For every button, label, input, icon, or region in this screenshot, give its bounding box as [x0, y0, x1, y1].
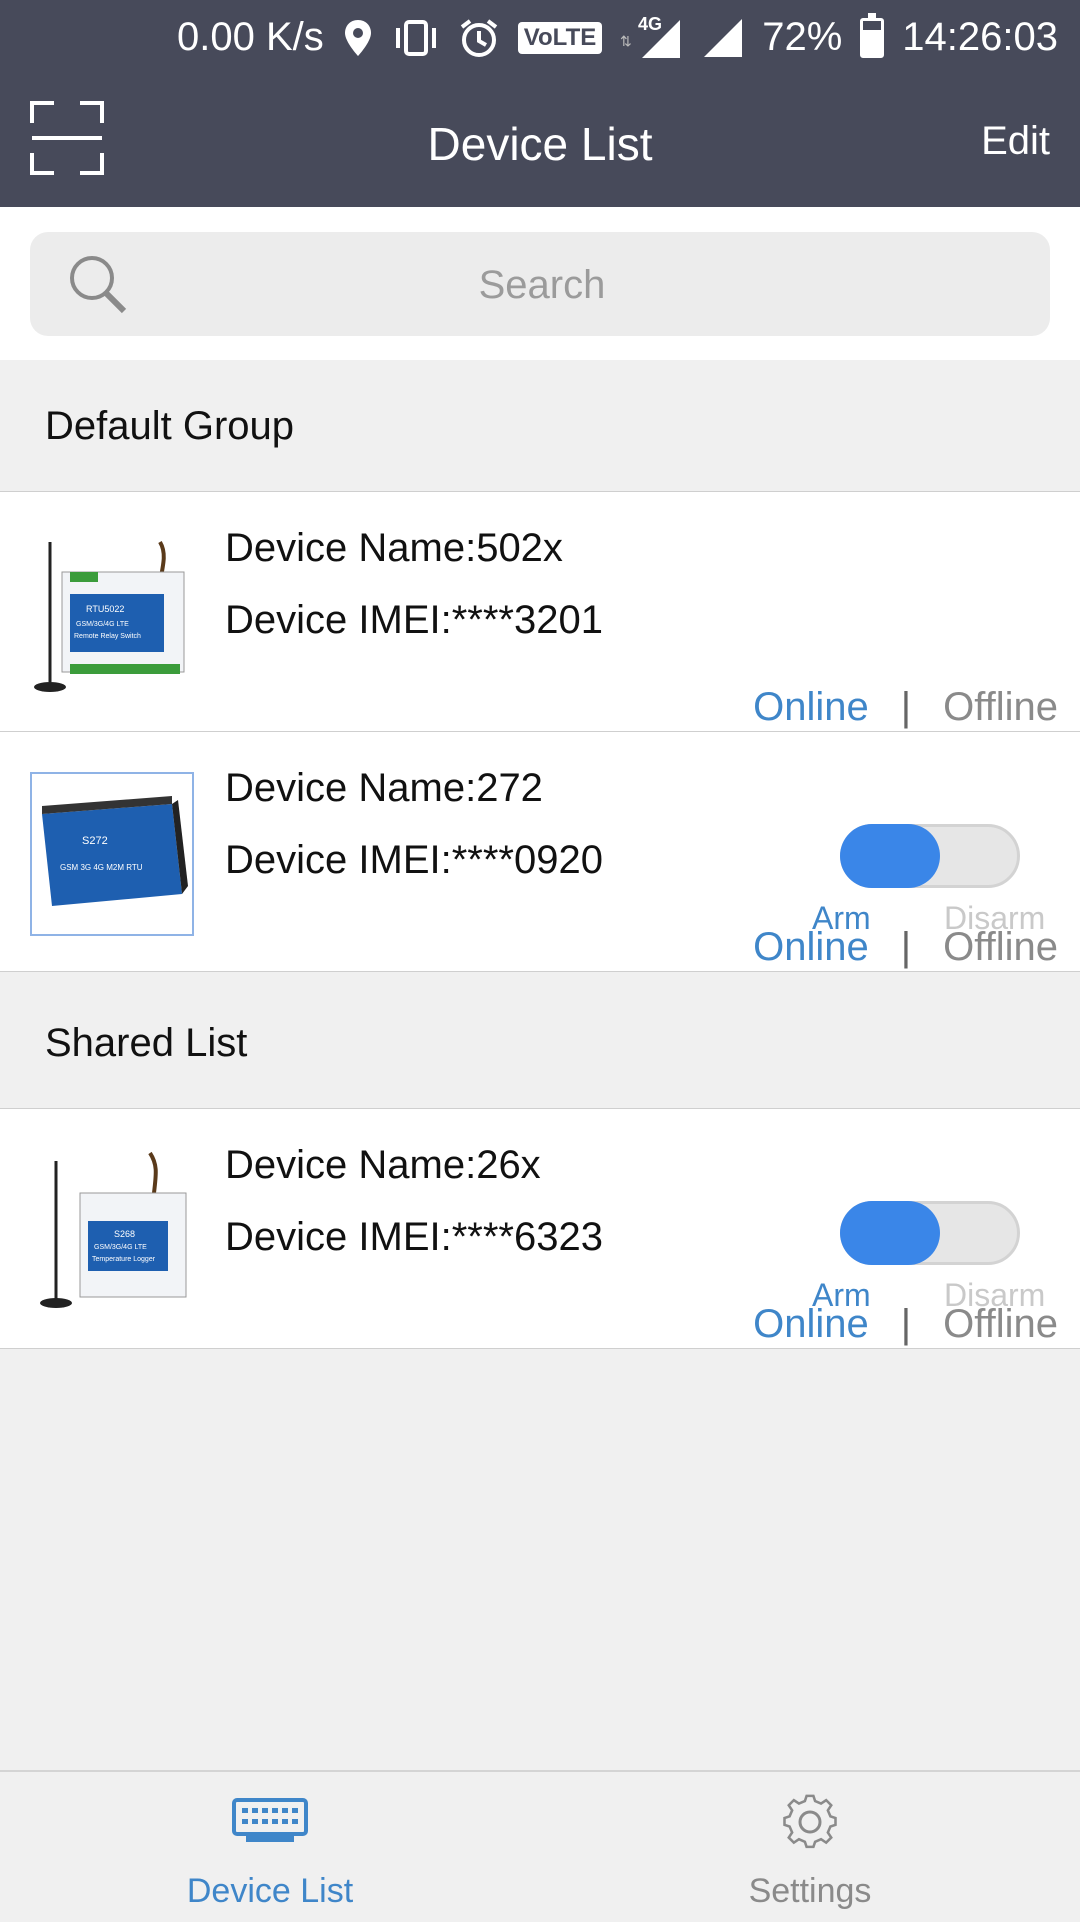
device-name: Device Name:272 — [225, 766, 543, 810]
group-header-shared: Shared List — [0, 977, 1080, 1109]
svg-text:⇅: ⇅ — [620, 33, 632, 49]
app-bar: Device List Edit — [0, 75, 1080, 207]
group-header-default: Default Group — [0, 360, 1080, 492]
device-name: Device Name:26x — [225, 1143, 541, 1187]
vibrate-icon — [392, 18, 440, 58]
signal-icon — [700, 17, 744, 59]
toggle-knob — [840, 1201, 940, 1265]
online-label: Online — [753, 685, 869, 729]
offline-label: Offline — [943, 685, 1058, 729]
device-imei: Device IMEI:****3201 — [225, 598, 603, 642]
device-thumbnail: S272 GSM 3G 4G M2M RTU — [30, 772, 194, 936]
svg-text:S268: S268 — [114, 1229, 135, 1239]
disarm-label[interactable]: Disarm — [944, 1277, 1045, 1314]
battery-percent: 72% — [762, 15, 843, 59]
svg-text:GSM/3G/4G LTE: GSM/3G/4G LTE — [94, 1244, 147, 1251]
tab-device-list[interactable]: Device List — [0, 1772, 540, 1922]
svg-text:S272: S272 — [82, 835, 108, 847]
battery-icon — [860, 12, 885, 58]
status-bar: 0.00 K/s VoLTE 4G ⇅ 72% 14:26:03 — [0, 0, 1080, 75]
svg-text:Remote Relay Switch: Remote Relay Switch — [74, 633, 141, 640]
gear-icon — [770, 1792, 850, 1852]
page-title: Device List — [427, 118, 653, 170]
status-separator: | — [900, 685, 912, 729]
group-title: Shared List — [45, 1021, 248, 1065]
clock: 14:26:03 — [902, 15, 1058, 59]
search-bar[interactable] — [30, 232, 1054, 338]
group-title: Default Group — [45, 404, 295, 448]
disarm-label[interactable]: Disarm — [944, 900, 1045, 937]
arm-toggle[interactable] — [840, 1201, 1020, 1265]
search-input[interactable] — [30, 232, 1054, 338]
device-list-icon — [230, 1792, 310, 1852]
status-separator: | — [900, 925, 912, 969]
device-row[interactable]: RTU5022 GSM/3G/4G LTE Remote Relay Switc… — [0, 492, 1080, 732]
device-name: Device Name:502x — [225, 526, 563, 570]
svg-text:GSM/3G/4G LTE: GSM/3G/4G LTE — [76, 621, 129, 628]
tab-label: Settings — [748, 1872, 872, 1910]
volte-badge: VoLTE — [517, 21, 603, 54]
svg-text:RTU5022: RTU5022 — [86, 604, 124, 614]
device-row[interactable]: S268 GSM/3G/4G LTE Temperature Logger De… — [0, 1109, 1080, 1349]
arm-label[interactable]: Arm — [812, 900, 871, 937]
svg-text:GSM 3G 4G M2M RTU: GSM 3G 4G M2M RTU — [60, 863, 143, 872]
alarm-icon — [458, 17, 500, 59]
tab-label: Device List — [186, 1872, 354, 1910]
device-imei: Device IMEI:****0920 — [225, 838, 603, 882]
network-speed: 0.00 K/s — [177, 15, 324, 59]
toggle-knob — [840, 824, 940, 888]
arm-label[interactable]: Arm — [812, 1277, 871, 1314]
top-bar: 0.00 K/s VoLTE 4G ⇅ 72% 14:26:03 Device L… — [0, 0, 1080, 207]
device-thumbnail: RTU5022 GSM/3G/4G LTE Remote Relay Switc… — [30, 532, 194, 696]
device-thumbnail: S268 GSM/3G/4G LTE Temperature Logger — [30, 1149, 194, 1313]
device-row[interactable]: S272 GSM 3G 4G M2M RTU Device Name:272 D… — [0, 732, 1080, 972]
svg-text:4G: 4G — [638, 16, 662, 34]
svg-text:Temperature Logger: Temperature Logger — [92, 1256, 156, 1263]
location-icon — [342, 18, 374, 58]
search-section — [0, 207, 1080, 360]
edit-button[interactable]: Edit — [981, 119, 1050, 164]
arm-toggle[interactable] — [840, 824, 1020, 888]
bottom-nav: Device List Settings — [0, 1770, 1080, 1920]
tab-settings[interactable]: Settings — [540, 1772, 1080, 1922]
signal-4g-icon: 4G ⇅ — [620, 16, 682, 60]
device-imei: Device IMEI:****6323 — [225, 1215, 603, 1259]
status-separator: | — [900, 1302, 912, 1346]
search-icon — [66, 252, 130, 316]
